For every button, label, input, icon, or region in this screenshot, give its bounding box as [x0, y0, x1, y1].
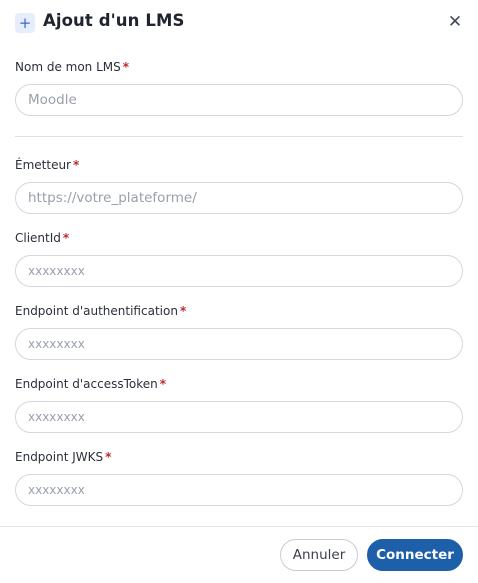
- client-id-input[interactable]: [15, 255, 463, 287]
- lms-name-input[interactable]: [15, 84, 463, 116]
- required-asterisk: *: [179, 304, 187, 318]
- required-asterisk: *: [122, 60, 130, 74]
- plus-icon: +: [15, 13, 35, 33]
- required-asterisk: *: [73, 158, 80, 172]
- section-divider: [15, 136, 463, 137]
- lms-name-label: Nom de mon LMS *: [15, 60, 130, 74]
- required-asterisk: *: [62, 231, 70, 245]
- footer-divider: [0, 526, 478, 527]
- cancel-button[interactable]: Annuler: [280, 539, 358, 571]
- issuer-label: Émetteur *: [15, 158, 80, 172]
- token-endpoint-input[interactable]: [15, 401, 463, 433]
- dialog-header: + Ajout d'un LMS ✕: [0, 0, 478, 46]
- close-icon[interactable]: ✕: [446, 13, 464, 31]
- jwks-endpoint-label: Endpoint JWKS *: [15, 450, 112, 464]
- auth-endpoint-input[interactable]: [15, 328, 463, 360]
- required-asterisk: *: [159, 377, 166, 391]
- jwks-endpoint-input[interactable]: [15, 474, 463, 506]
- auth-endpoint-label: Endpoint d'authentification *: [15, 304, 187, 318]
- token-endpoint-label: Endpoint d'accessToken *: [15, 377, 166, 391]
- connect-button[interactable]: Connecter: [367, 539, 463, 571]
- issuer-input[interactable]: [15, 182, 463, 214]
- add-lms-dialog: + Ajout d'un LMS ✕ Nom de mon LMS* Émett…: [0, 0, 478, 583]
- client-id-label: ClientId *: [15, 231, 70, 245]
- required-asterisk: *: [105, 450, 112, 464]
- dialog-title: Ajout d'un LMS: [43, 11, 185, 30]
